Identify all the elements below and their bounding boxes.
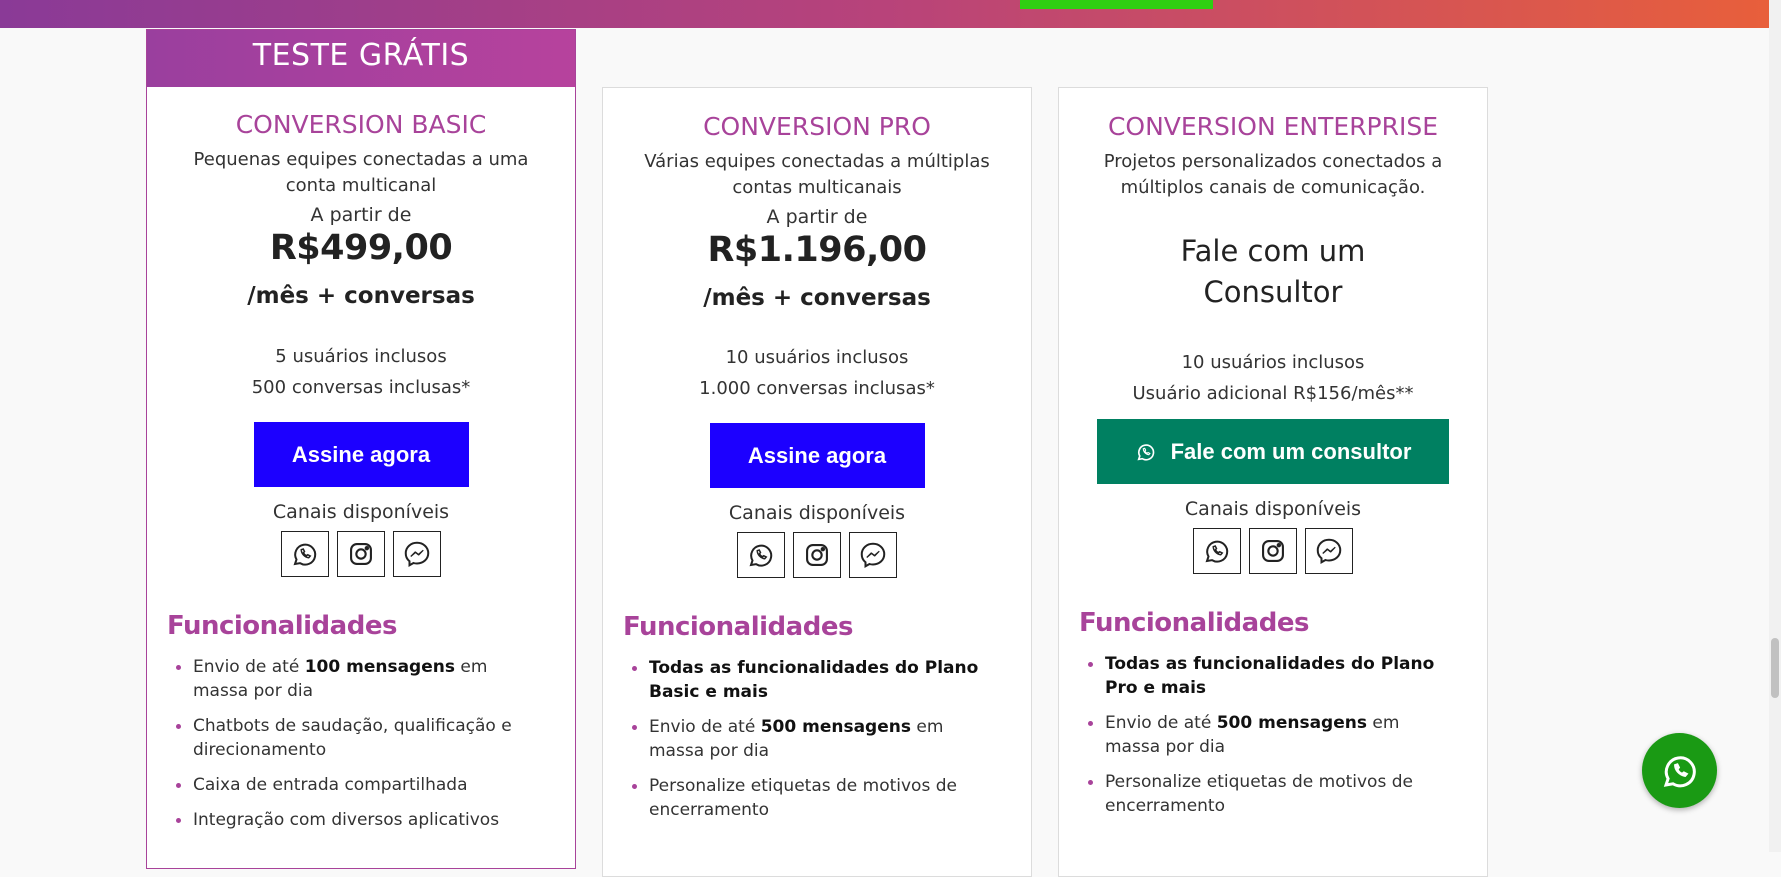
plan-card-basic: TESTE GRÁTIS CONVERSION BASIC Pequenas e… (146, 29, 576, 869)
plan-card-enterprise: CONVERSION ENTERPRISE Projetos personali… (1058, 87, 1488, 877)
whatsapp-icon (1663, 755, 1696, 787)
plan-price: R$1.196,00 (707, 230, 927, 270)
price-prefix: A partir de (310, 204, 412, 226)
users-included: 10 usuários inclusos (1181, 352, 1365, 373)
instagram-icon (337, 531, 385, 577)
features-list: Envio de até 100 mensagens em massa por … (167, 655, 555, 832)
instagram-icon (1249, 528, 1297, 574)
plan-card-pro: CONVERSION PRO Várias equipes conectadas… (602, 87, 1032, 877)
list-item: Caixa de entrada compartilhada (176, 773, 555, 797)
scrollbar-thumb[interactable] (1771, 638, 1779, 698)
whatsapp-icon (737, 532, 785, 578)
messenger-icon (393, 531, 441, 577)
list-item: Envio de até 500 mensagens em massa por … (632, 715, 1011, 763)
list-item: Envio de até 100 mensagens em massa por … (176, 655, 555, 703)
page-scrollbar[interactable] (1769, 0, 1781, 852)
list-item: Personalize etiquetas de motivos de ence… (632, 774, 1011, 822)
channels-label: Canais disponíveis (728, 502, 906, 524)
free-trial-ribbon: TESTE GRÁTIS (147, 30, 575, 87)
plan-name: CONVERSION BASIC (235, 110, 487, 139)
features-list: Todas as funcionalidades do Plano Basic … (623, 656, 1011, 822)
list-item: Envio de até 500 mensagens em massa por … (1088, 711, 1467, 759)
users-included: 10 usuários inclusos (725, 347, 909, 368)
channel-icons (1079, 528, 1467, 574)
conversations-included: 500 conversas inclusas* (251, 377, 471, 398)
contact-consultant-heading: Fale com um Consultor (1180, 234, 1366, 309)
subscribe-button[interactable]: Assine agora (709, 423, 925, 488)
subscribe-button[interactable]: Assine agora (253, 422, 469, 487)
contact-consultant-label: Fale com um consultor (1170, 438, 1412, 464)
price-suffix: /mês + conversas (247, 283, 475, 309)
plan-name: CONVERSION PRO (703, 112, 931, 141)
plan-description: Projetos personalizados conectados a múl… (1103, 151, 1443, 198)
channels-label: Canais disponíveis (272, 501, 450, 523)
channel-icons (167, 531, 555, 577)
plan-name: CONVERSION ENTERPRISE (1107, 112, 1439, 141)
users-included: 5 usuários inclusos (275, 346, 447, 367)
price-prefix: A partir de (766, 206, 868, 228)
channels-label: Canais disponíveis (1184, 498, 1362, 520)
instagram-icon (793, 532, 841, 578)
plan-description: Pequenas equipes conectadas a uma conta … (193, 149, 529, 196)
list-item: Chatbots de saudação, qualificação e dir… (176, 714, 555, 762)
messenger-icon (849, 532, 897, 578)
price-suffix: /mês + conversas (703, 285, 931, 311)
features-title: Funcionalidades (623, 612, 853, 642)
list-item: Todas as funcionalidades do Plano Pro e … (1088, 652, 1467, 700)
whatsapp-icon (1137, 443, 1154, 461)
features-title: Funcionalidades (1079, 608, 1309, 638)
list-item: Integração com diversos aplicativos (176, 808, 555, 832)
whatsapp-icon (281, 531, 329, 577)
messenger-icon (1305, 528, 1353, 574)
additional-user-price: Usuário adicional R$156/mês** (1132, 383, 1414, 404)
whatsapp-icon (1193, 528, 1241, 574)
plan-description: Várias equipes conectadas a múltiplas co… (644, 151, 990, 198)
top-header-bar (0, 0, 1769, 28)
channel-icons (623, 532, 1011, 578)
whatsapp-chat-button[interactable] (1642, 733, 1717, 808)
header-cta-button[interactable] (1020, 0, 1213, 9)
features-title: Funcionalidades (167, 611, 397, 641)
conversations-included: 1.000 conversas inclusas* (699, 378, 935, 399)
plan-price: R$499,00 (269, 228, 453, 268)
list-item: Personalize etiquetas de motivos de ence… (1088, 770, 1467, 818)
features-list: Todas as funcionalidades do Plano Pro e … (1079, 652, 1467, 818)
contact-consultant-button[interactable]: Fale com um consultor (1097, 419, 1449, 484)
list-item: Todas as funcionalidades do Plano Basic … (632, 656, 1011, 704)
